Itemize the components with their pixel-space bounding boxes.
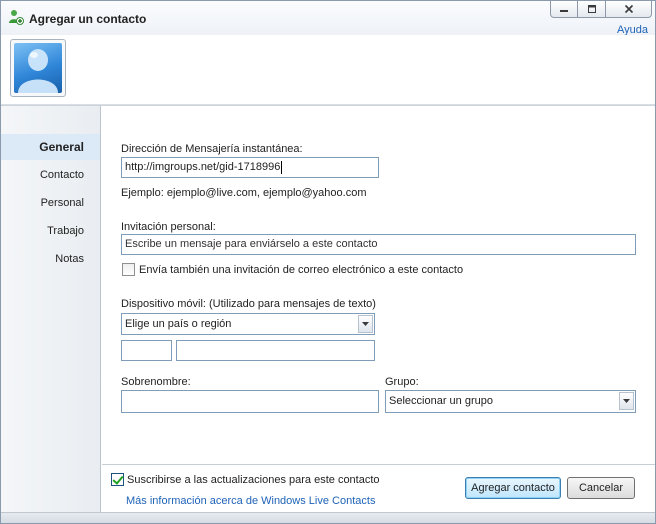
im-address-label: Dirección de Mensajería instantánea: <box>121 143 303 155</box>
email-invite-checkbox[interactable] <box>122 263 135 276</box>
chevron-down-icon <box>623 398 630 403</box>
dropdown-button[interactable] <box>619 392 634 410</box>
default-avatar-icon <box>14 43 62 93</box>
contact-header <box>1 35 655 105</box>
group-label: Grupo: <box>385 376 419 388</box>
invitation-value: Escribe un mensaje para enviárselo a est… <box>125 238 378 250</box>
chevron-down-icon <box>362 321 369 326</box>
window-controls <box>550 1 652 19</box>
dialog-footer: Suscribirse a las actualizaciones para e… <box>102 465 655 512</box>
general-panel: Dirección de Mensajería instantánea: htt… <box>102 106 655 464</box>
more-info-link[interactable]: Más información acerca de Windows Live C… <box>126 495 375 507</box>
country-selected: Elige un país o región <box>125 318 232 330</box>
add-contact-icon <box>8 9 24 25</box>
email-invite-label: Envía también una invitación de correo e… <box>139 264 464 276</box>
minimize-icon <box>560 10 568 12</box>
close-icon <box>624 4 633 14</box>
cancel-button[interactable]: Cancelar <box>567 477 635 499</box>
sidebar-item-trabajo[interactable]: Trabajo <box>1 218 100 244</box>
status-bar <box>1 512 655 523</box>
mobile-code-input[interactable] <box>121 340 172 361</box>
im-address-input[interactable]: http://imgroups.net/gid-1718996 <box>121 157 379 178</box>
sidebar: General Contacto Personal Trabajo Notas <box>1 106 101 512</box>
title-bar: Agregar un contacto Ayuda <box>1 1 655 36</box>
dropdown-button[interactable] <box>358 315 373 333</box>
invitation-label: Invitación personal: <box>121 221 216 233</box>
avatar[interactable] <box>10 39 66 97</box>
nickname-label: Sobrenombre: <box>121 376 191 388</box>
sidebar-item-contacto[interactable]: Contacto <box>1 162 100 188</box>
invitation-input[interactable]: Escribe un mensaje para enviárselo a est… <box>121 234 636 255</box>
nickname-input[interactable] <box>121 390 379 413</box>
close-button[interactable] <box>606 1 652 18</box>
add-contact-button[interactable]: Agregar contacto <box>465 477 561 499</box>
group-selected: Seleccionar un grupo <box>389 395 493 407</box>
sidebar-item-notas[interactable]: Notas <box>1 246 100 272</box>
maximize-button[interactable] <box>578 1 606 18</box>
text-caret <box>281 160 283 174</box>
maximize-icon <box>587 5 596 13</box>
subscribe-checkbox[interactable] <box>111 473 124 486</box>
group-select[interactable]: Seleccionar un grupo <box>385 390 636 413</box>
sidebar-item-general[interactable]: General <box>1 134 100 160</box>
window-title: Agregar un contacto <box>29 12 147 26</box>
minimize-button[interactable] <box>550 1 578 18</box>
im-address-example: Ejemplo: ejemplo@live.com, ejemplo@yahoo… <box>121 187 367 199</box>
mobile-number-input[interactable] <box>176 340 375 361</box>
subscribe-label: Suscribirse a las actualizaciones para e… <box>127 474 380 486</box>
mobile-label: Dispositivo móvil: (Utilizado para mensa… <box>121 298 376 310</box>
sidebar-item-personal[interactable]: Personal <box>1 190 100 216</box>
im-address-value: http://imgroups.net/gid-1718996 <box>125 161 281 173</box>
add-contact-window: Agregar un contacto Ayuda General Contac… <box>0 0 656 524</box>
country-select[interactable]: Elige un país o región <box>121 313 375 335</box>
